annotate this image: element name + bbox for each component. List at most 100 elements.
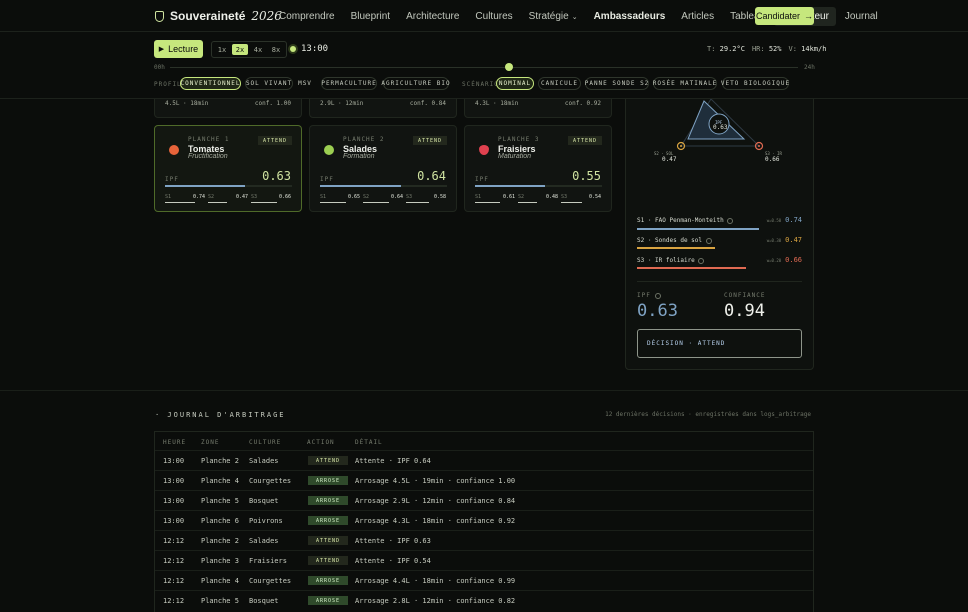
triangle-ipf-value: 0.63 — [713, 124, 728, 131]
speed-2x[interactable]: 2x — [232, 44, 248, 55]
timeline-handle[interactable] — [505, 63, 514, 71]
action-badge: ARROSE — [308, 516, 348, 525]
play-button[interactable]: ▶ Lecture — [154, 40, 203, 58]
sensor-s3-value: 0.66 — [785, 256, 802, 264]
sim-clock: 13:00 — [290, 44, 328, 54]
info-icon[interactable] — [698, 257, 705, 264]
speed-4x[interactable]: 4x — [250, 44, 266, 55]
s3-marker-dot — [758, 145, 760, 147]
top-card-1-usage: 4.5L · 18min — [165, 100, 209, 107]
s2-underline — [518, 202, 537, 203]
speed-8x[interactable]: 8x — [268, 44, 284, 55]
profil-conventionnel[interactable]: CONVENTIONNEL — [180, 77, 241, 90]
timeline-start: 00h — [154, 64, 165, 71]
nav-link-journal[interactable]: Journal — [838, 7, 885, 26]
cell-culture: Salades — [249, 457, 279, 465]
cell-heure: 12:12 — [163, 557, 185, 565]
brand-logo[interactable]: Souveraineté 2026 — [155, 9, 282, 23]
info-icon[interactable] — [705, 237, 712, 244]
table-row[interactable]: 12:12 Planche 2 Salades ATTEND Attente ·… — [155, 530, 813, 550]
table-row[interactable]: 13:00 Planche 4 Courgettes ARROSE Arrosa… — [155, 470, 813, 490]
col-action: ACTION — [307, 439, 335, 446]
journal-table: HEURE ZONE CULTURE ACTION DÉTAIL 13:00 P… — [154, 431, 814, 612]
scenario-rosee-matinale[interactable]: ROSÉE MATINALE — [653, 77, 717, 90]
info-icon[interactable] — [727, 217, 734, 224]
cell-zone: Planche 5 — [201, 597, 239, 605]
nav-link-ambassadeurs[interactable]: Ambassadeurs — [587, 7, 673, 26]
cell-zone: Planche 2 — [201, 457, 239, 465]
cell-heure: 12:12 — [163, 597, 185, 605]
nav-link-architecture[interactable]: Architecture — [399, 7, 466, 26]
action-badge: ARROSE — [308, 576, 348, 585]
tomato-icon — [169, 145, 179, 155]
s2-marker-dot — [680, 145, 682, 147]
cell-zone: Planche 6 — [201, 517, 239, 525]
triangle-s2-value: 0.47 — [662, 156, 677, 163]
sensor-s2-weight: w=0.30 — [766, 238, 782, 243]
plot-stage: Formation — [343, 153, 375, 160]
nav-link-strategie[interactable]: Stratégie ⌄ — [522, 7, 585, 26]
profil-sol-vivant[interactable]: SOL VIVANT — [245, 77, 293, 90]
scenario-nominal[interactable]: NOMINAL — [496, 77, 534, 90]
table-row[interactable]: 12:12 Planche 3 Fraisiers ATTEND Attente… — [155, 550, 813, 570]
top-card-3-confidence: conf. 0.92 — [564, 100, 601, 107]
scenario-panne-sonde-s2[interactable]: PANNE SONDE S2 — [585, 77, 649, 90]
sensor-s3: S3 · IR foliaire — [637, 257, 705, 264]
speed-1x[interactable]: 1x — [214, 44, 230, 55]
nav-link-strategie-label: Stratégie — [528, 11, 569, 22]
s3-value: 0.66 — [279, 194, 292, 200]
table-row[interactable]: 12:12 Planche 5 Bosquet ARROSE Arrosage … — [155, 590, 813, 610]
temperature-value: 29.2°C — [719, 45, 745, 53]
weather-readout: T: 29.2°C HR: 52% V: 14km/h — [707, 45, 826, 53]
s1-value: 0.74 — [193, 194, 206, 200]
col-heure: HEURE — [163, 439, 187, 446]
sensor-s3-weight: w=0.20 — [766, 258, 782, 263]
s3-underline — [561, 202, 582, 203]
table-row[interactable]: 13:00 Planche 5 Bosquet ARROSE Arrosage … — [155, 490, 813, 510]
nav-link-articles[interactable]: Articles — [674, 7, 721, 26]
ipf-label: IPF — [165, 176, 179, 183]
humidity-readout: HR: 52% — [751, 45, 782, 53]
nav-link-blueprint[interactable]: Blueprint — [344, 7, 397, 26]
plot-card-3[interactable]: PLANCHE 3 Fraisiers Maturation ATTEND IP… — [464, 125, 612, 212]
s2-value: 0.48 — [546, 194, 559, 200]
s3-label: S3 — [561, 194, 568, 200]
action-badge: ARROSE — [308, 596, 348, 605]
plot-card-1[interactable]: PLANCHE 1 Tomates Fructification ATTEND … — [154, 125, 302, 212]
sensor-s1-bar — [637, 228, 759, 230]
s1-label: S1 — [475, 194, 482, 200]
candidater-button[interactable]: Candidater → — [755, 7, 814, 25]
scenario-canicule[interactable]: CANICULE — [538, 77, 581, 90]
profil-label: PROFIL — [154, 81, 182, 88]
ipf-big-value: 0.63 — [637, 301, 678, 321]
live-dot-icon — [290, 46, 296, 52]
plot-card-2[interactable]: PLANCHE 2 Salades Formation ATTEND IPF 0… — [309, 125, 457, 212]
s2-value: 0.64 — [391, 194, 404, 200]
confiance-value: 0.94 — [724, 301, 765, 321]
nav-link-cultures[interactable]: Cultures — [468, 7, 519, 26]
table-row[interactable]: 13:00 Planche 6 Poivrons ARROSE Arrosage… — [155, 510, 813, 530]
top-card-1-confidence: conf. 1.00 — [254, 100, 291, 107]
cell-culture: Fraisiers — [249, 557, 287, 565]
cell-heure: 12:12 — [163, 577, 185, 585]
table-row[interactable]: 12:12 Planche 4 Courgettes ARROSE Arrosa… — [155, 570, 813, 590]
cell-heure: 13:00 — [163, 457, 185, 465]
profil-msv[interactable]: MSV — [294, 77, 316, 90]
scenario-veto-biologique[interactable]: VETO BIOLOGIQUE — [721, 77, 789, 90]
cell-detail: Arrosage 2.8L · 12min · confiance 0.82 — [355, 597, 516, 605]
action-badge: ARROSE — [308, 476, 348, 485]
cell-zone: Planche 2 — [201, 537, 239, 545]
plot-stage: Maturation — [498, 153, 532, 160]
plot-label: PLANCHE 2 — [343, 136, 385, 143]
s1-value: 0.61 — [503, 194, 516, 200]
s2-underline — [363, 202, 389, 203]
table-row[interactable]: 13:00 Planche 2 Salades ATTEND Attente ·… — [155, 450, 813, 470]
profil-agriculture-bio[interactable]: AGRICULTURE BIO — [381, 77, 450, 90]
nav-link-comprendre[interactable]: Comprendre — [272, 7, 342, 26]
top-card-3-usage: 4.3L · 18min — [475, 100, 519, 107]
profil-permaculture[interactable]: PERMACULTURE — [321, 77, 377, 90]
timeline-track[interactable] — [170, 67, 798, 68]
info-icon[interactable] — [655, 292, 662, 299]
cell-culture: Poivrons — [249, 517, 283, 525]
temperature-readout: T: 29.2°C — [707, 45, 745, 53]
